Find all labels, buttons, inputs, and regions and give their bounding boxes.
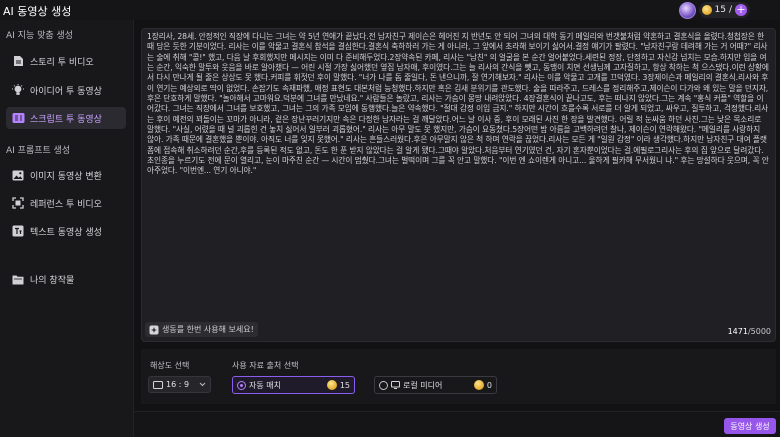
image-icon bbox=[6, 170, 30, 181]
source-label: 사용 자료 출처 선택 bbox=[232, 361, 299, 370]
option-label: 로컬 미디어 bbox=[403, 380, 443, 390]
ratio-select[interactable]: 16 : 9 bbox=[148, 376, 211, 393]
title-bar: AI 동영상 생성 15 / + bbox=[0, 0, 780, 20]
sidebar-item-reference-to-video[interactable]: 레퍼런스 투 비디오 bbox=[6, 192, 126, 214]
section-ai-prompt: AI 프롬프트 생성 bbox=[6, 146, 71, 156]
sidebar-item-label: 레퍼런스 투 비디오 bbox=[30, 199, 102, 210]
ratio-value: 16 : 9 bbox=[166, 380, 190, 389]
account-area: 15 / + bbox=[678, 1, 750, 19]
sidebar-item-label: 이미지 동영상 변환 bbox=[30, 171, 102, 182]
sidebar-item-image-to-video[interactable]: 이미지 동영상 변환 bbox=[6, 164, 126, 186]
aspect-ratio-icon bbox=[153, 380, 163, 389]
option-cost-value: 15 bbox=[339, 380, 350, 390]
sidebar-item-my-works[interactable]: 나의 창작물 bbox=[6, 268, 126, 290]
sidebar-item-label: 아이디어 투 동영상 bbox=[30, 86, 102, 97]
chevron-down-icon bbox=[199, 382, 206, 387]
monitor-icon bbox=[391, 381, 400, 389]
reference-icon bbox=[6, 197, 30, 209]
doc-icon bbox=[6, 55, 30, 67]
credits-value: 15 bbox=[714, 5, 726, 15]
sparkle-icon bbox=[149, 325, 159, 334]
credits-separator: / bbox=[728, 5, 732, 15]
option-cost: 0 bbox=[473, 380, 492, 390]
settings-panel: 해상도 선택 16 : 9 사용 자료 출처 선택 자동 매치 15 로컬 미디… bbox=[141, 349, 776, 404]
polish-button[interactable]: 생동를 한번 사용해 보세요! bbox=[145, 322, 258, 337]
coin-icon bbox=[326, 380, 337, 390]
sidebar-item-label: 스크립트 투 동영상 bbox=[30, 114, 102, 125]
add-credits-button[interactable]: + bbox=[735, 4, 747, 16]
coin-icon bbox=[701, 5, 712, 15]
radio-unselected[interactable] bbox=[379, 380, 388, 390]
sidebar-item-label: 나의 창작물 bbox=[30, 275, 75, 286]
generate-video-button[interactable]: 동영상 생성 bbox=[724, 418, 776, 434]
option-label: 자동 매치 bbox=[249, 380, 281, 390]
footer-bar bbox=[134, 411, 780, 437]
char-max: /5000 bbox=[747, 327, 771, 336]
folder-icon bbox=[6, 274, 30, 285]
option-local-media[interactable]: 로컬 미디어 0 bbox=[374, 376, 497, 394]
text-icon bbox=[6, 225, 30, 237]
polish-label: 생동를 한번 사용해 보세요! bbox=[162, 325, 254, 334]
option-cost-value: 0 bbox=[486, 380, 492, 390]
section-ai-smart: AI 지능 맞춤 생성 bbox=[6, 31, 74, 41]
sidebar-item-text-to-video[interactable]: 텍스트 동영상 생성 bbox=[6, 220, 126, 242]
char-counter: 1471/5000 bbox=[728, 327, 771, 336]
option-cost: 15 bbox=[326, 380, 350, 390]
sidebar-item-story-to-video[interactable]: 스토리 투 비디오 bbox=[6, 50, 126, 72]
char-count: 1471 bbox=[727, 327, 748, 336]
avatar[interactable] bbox=[678, 1, 696, 19]
script-textarea[interactable]: 1장리사, 28세. 안정적인 직장에 다니는 그녀는 약 5년 연애가 끝났다… bbox=[147, 32, 769, 317]
script-icon bbox=[6, 112, 30, 124]
app-title: AI 동영상 생성 bbox=[3, 5, 72, 18]
sidebar-item-script-to-video[interactable]: 스크립트 투 동영상 bbox=[6, 107, 126, 129]
script-editor[interactable]: 1장리사, 28세. 안정적인 직장에 다니는 그녀는 약 5년 연애가 끝났다… bbox=[141, 28, 776, 342]
radio-selected[interactable] bbox=[237, 380, 246, 390]
option-auto-match[interactable]: 자동 매치 15 bbox=[232, 376, 355, 394]
sidebar-item-label: 텍스트 동영상 생성 bbox=[30, 227, 102, 238]
sidebar: AI 지능 맞춤 생성 스토리 투 비디오 아이디어 투 동영상 스크립트 투 … bbox=[0, 20, 134, 437]
sidebar-item-idea-to-video[interactable]: 아이디어 투 동영상 bbox=[6, 79, 126, 101]
credits-pill[interactable]: 15 / + bbox=[698, 2, 750, 18]
sidebar-item-label: 스토리 투 비디오 bbox=[30, 57, 94, 68]
resolution-label: 해상도 선택 bbox=[150, 361, 190, 370]
coin-icon bbox=[473, 380, 484, 390]
bulb-icon bbox=[6, 84, 30, 96]
